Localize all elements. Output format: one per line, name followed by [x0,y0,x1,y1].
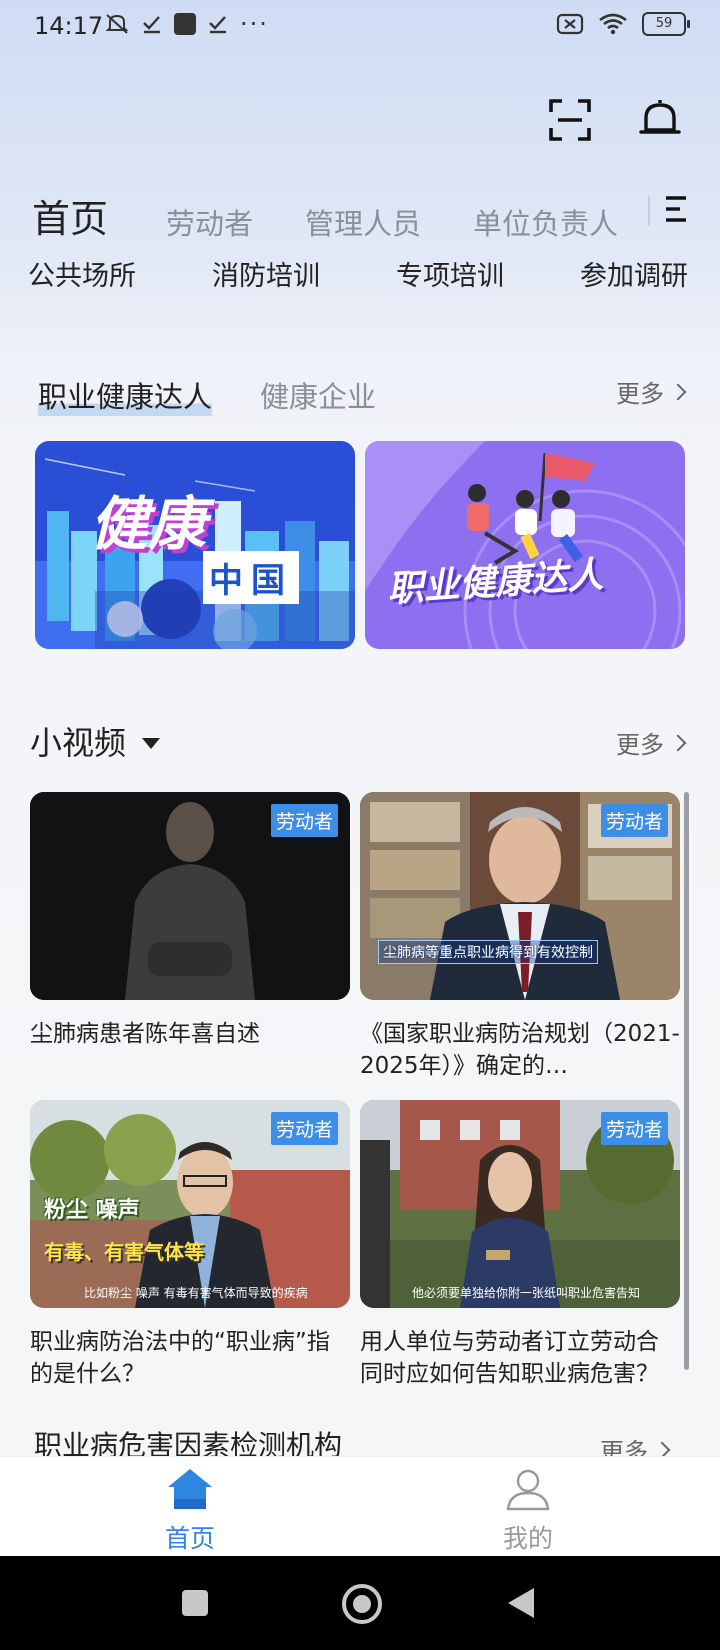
category-badge: 劳动者 [600,804,668,837]
video-caption: 《国家职业病防治规划（2021-2025年）》确定的… [360,1021,680,1079]
tab-public-places[interactable]: 公共场所 [28,254,136,293]
video-card[interactable]: 粉尘 噪声 有毒、有害气体等 比如粉尘 噪声 有毒有害气体而导致的疾病 劳动者 … [30,1100,350,1390]
bottom-nav: 首页 我的 [0,1456,720,1557]
video-thumbnail: 劳动者 [30,792,350,1000]
video-subtitle-overlay: 尘肺病等重点职业病得到有效控制 [378,940,598,964]
tab-join-survey[interactable]: 参加调研 [580,254,688,293]
tab-workers[interactable]: 劳动者 [166,201,253,243]
tab-healthy-enterprise[interactable]: 健康企业 [260,374,376,416]
video-overlay-text: 粉尘 噪声 [44,1198,140,1223]
more-label: 更多 [616,731,664,759]
mute-icon [105,14,129,34]
home-button-icon[interactable] [342,1584,382,1624]
video-card[interactable]: 尘肺病等重点职业病得到有效控制 劳动者 《国家职业病防治规划（2021-2025… [360,792,680,1082]
video-card[interactable]: 他必须要单独给你附一张纸叫职业危害告知 劳动者 用人单位与劳动者订立劳动合同时应… [360,1100,680,1390]
nav-profile[interactable]: 我的 [478,1467,578,1555]
nav-label: 我的 [502,1524,553,1553]
status-time: 14:17 [34,12,104,40]
secondary-tabs: 公共场所 消防培训 专项培训 参加调研 [28,254,688,293]
more-label: 更多 [616,380,664,408]
primary-tabs: 首页 劳动者 管理人员 单位负责人 [32,188,670,243]
battery-icon: 59 [642,12,690,36]
banner-subtitle: 中国 [203,551,299,604]
nav-label: 首页 [164,1524,215,1553]
app-notification-icon [174,13,196,35]
tab-health-expert[interactable]: 职业健康达人 [38,374,213,416]
home-icon [168,1469,212,1509]
banner-title: 健康 [90,490,207,558]
bell-icon[interactable] [638,96,682,142]
video-overlay-text: 有毒、有害气体等 [44,1240,204,1264]
check-icon [143,16,160,34]
more-link[interactable]: 更多 [616,374,687,409]
tab-managers[interactable]: 管理人员 [305,201,421,243]
tab-unit-leaders[interactable]: 单位负责人 [473,201,618,243]
video-subtitle-overlay: 他必须要单独给你附一张纸叫职业危害告知 [412,1286,641,1300]
video-caption: 尘肺病患者陈年喜自述 [30,1021,260,1047]
nav-home[interactable]: 首页 [140,1467,240,1555]
video-thumbnail: 尘肺病等重点职业病得到有效控制 劳动者 [360,792,680,1000]
video-caption: 用人单位与劳动者订立劳动合同时应如何告知职业病危害？ [360,1329,659,1387]
wifi-icon [599,13,627,35]
banner-occupational-health[interactable]: 职业健康达人 [365,441,685,649]
dropdown-arrow-icon[interactable] [142,737,161,749]
menu-icon[interactable] [660,194,688,224]
system-nav-bar [0,1556,720,1650]
video-caption: 职业病防治法中的“职业病”指的是什么？ [30,1329,330,1387]
scrollbar[interactable] [684,792,689,1370]
recent-apps-icon[interactable] [182,1590,208,1616]
scan-icon[interactable] [548,98,592,142]
banner-healthy-china[interactable]: 健康 中国 [35,441,355,649]
more-link[interactable]: 更多 [616,725,687,760]
more-notifications-icon: ··· [240,10,269,38]
tab-special-training[interactable]: 专项培训 [396,254,504,293]
videos-header: 小视频 [30,718,161,764]
divider [648,196,650,226]
video-subtitle-overlay: 比如粉尘 噪声 有毒有害气体而导致的疾病 [84,1286,308,1300]
back-icon[interactable] [506,1586,536,1620]
user-icon [506,1469,550,1511]
section-title: 小视频 [30,724,127,762]
section-tabs: 职业健康达人 健康企业 [38,374,376,416]
video-card[interactable]: 劳动者 尘肺病患者陈年喜自述 [30,792,350,1050]
occupational-health-illustration [365,441,685,649]
status-icons-left: ··· [104,12,269,36]
chevron-right-icon [669,383,687,400]
chevron-right-icon [669,734,687,751]
status-icons-right: 59 [556,12,690,36]
video-thumbnail: 他必须要单独给你附一张纸叫职业危害告知 劳动者 [360,1100,680,1308]
tab-fire-training[interactable]: 消防培训 [212,254,320,293]
category-badge: 劳动者 [270,804,338,837]
sim-off-icon [556,13,584,35]
check-icon [209,16,226,34]
category-badge: 劳动者 [270,1112,338,1145]
tab-home[interactable]: 首页 [32,188,108,243]
video-thumbnail: 粉尘 噪声 有毒、有害气体等 比如粉尘 噪声 有毒有害气体而导致的疾病 劳动者 [30,1100,350,1308]
category-badge: 劳动者 [600,1112,668,1145]
